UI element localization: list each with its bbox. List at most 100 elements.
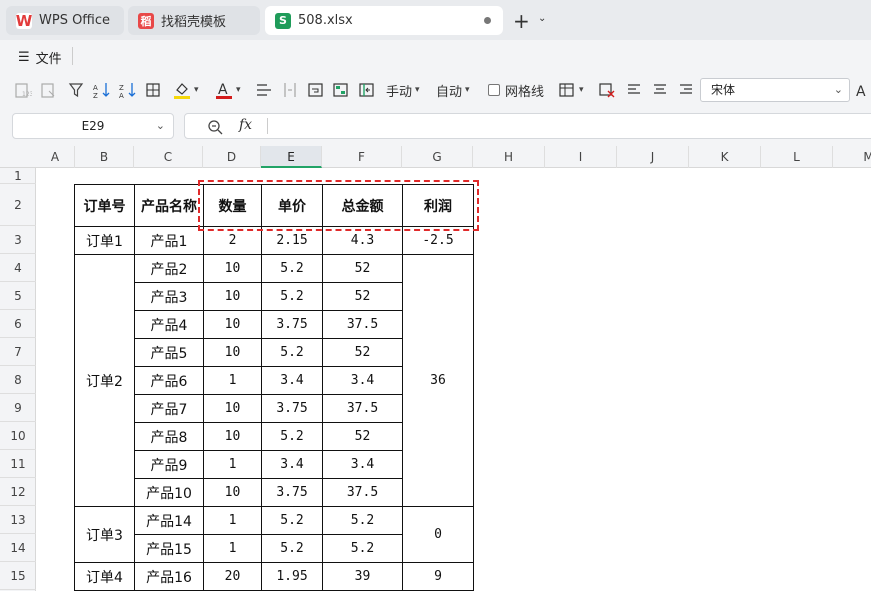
chevron-down-icon[interactable]: ▾ <box>236 85 241 95</box>
quantity-cell[interactable]: 1 <box>203 534 262 563</box>
file-menu-button[interactable]: ☰ 文件 <box>18 48 62 67</box>
profit-cell[interactable]: 9 <box>402 562 474 591</box>
row-header-11[interactable]: 11 <box>0 450 36 478</box>
fill-color-button[interactable]: ▾ <box>173 80 199 100</box>
amount-cell[interactable]: 4.3 <box>322 226 403 255</box>
product-cell[interactable]: 产品8 <box>134 422 204 451</box>
row-header-4[interactable]: 4 <box>0 254 36 282</box>
price-cell[interactable]: 5.2 <box>261 506 323 535</box>
column-header-e[interactable]: E <box>261 146 322 168</box>
row-header-12[interactable]: 12 <box>0 478 36 506</box>
price-cell[interactable]: 3.75 <box>261 478 323 507</box>
amount-cell[interactable]: 37.5 <box>322 394 403 423</box>
amount-cell[interactable]: 52 <box>322 254 403 283</box>
align-left-icon[interactable] <box>626 80 642 100</box>
zoom-icon[interactable] <box>207 119 223 135</box>
quantity-cell[interactable]: 20 <box>203 562 262 591</box>
price-cell[interactable]: 2.15 <box>261 226 323 255</box>
row-header-2[interactable]: 2 <box>0 184 36 226</box>
quantity-cell[interactable]: 1 <box>203 506 262 535</box>
column-header-j[interactable]: J <box>617 146 689 168</box>
increase-font-size-icon[interactable]: A <box>856 80 871 100</box>
column-header-b[interactable]: B <box>75 146 134 168</box>
column-header-d[interactable]: D <box>203 146 261 168</box>
sort-ascending-icon[interactable]: AZ <box>92 80 112 100</box>
row-header-7[interactable]: 7 <box>0 338 36 366</box>
column-width-icon[interactable] <box>281 80 299 100</box>
font-color-button[interactable]: A ▾ <box>215 80 241 100</box>
header-profit[interactable]: 利润 <box>402 184 474 227</box>
order-cell[interactable]: 订单1 <box>74 226 135 255</box>
order-cell[interactable]: 订单4 <box>74 562 135 591</box>
price-cell[interactable]: 5.2 <box>261 338 323 367</box>
column-header-c[interactable]: C <box>134 146 203 168</box>
product-cell[interactable]: 产品3 <box>134 282 204 311</box>
row-header-10[interactable]: 10 <box>0 422 36 450</box>
column-header-f[interactable]: F <box>322 146 402 168</box>
quantity-cell[interactable]: 1 <box>203 450 262 479</box>
price-cell[interactable]: 3.4 <box>261 366 323 395</box>
header-total-amount[interactable]: 总金额 <box>322 184 403 227</box>
product-cell[interactable]: 产品9 <box>134 450 204 479</box>
row-header-1[interactable]: 1 <box>0 168 36 184</box>
clear-format-icon[interactable] <box>598 80 616 100</box>
chevron-down-icon[interactable]: ▾ <box>194 85 199 95</box>
gridlines-toggle[interactable]: 网格线 <box>488 80 544 100</box>
freeze-panes-icon[interactable] <box>358 80 376 100</box>
formula-input[interactable]: fx <box>184 113 871 139</box>
product-cell[interactable]: 产品5 <box>134 338 204 367</box>
product-cell[interactable]: 产品14 <box>134 506 204 535</box>
chevron-down-icon[interactable]: ▾ <box>579 85 584 95</box>
product-cell[interactable]: 产品1 <box>134 226 204 255</box>
column-header-h[interactable]: H <box>473 146 545 168</box>
quantity-cell[interactable]: 10 <box>203 338 262 367</box>
amount-cell[interactable]: 37.5 <box>322 478 403 507</box>
profit-cell[interactable]: 36 <box>402 254 474 507</box>
auto-calc-dropdown[interactable]: 自动 ▾ <box>436 80 470 100</box>
sheet-grid[interactable]: 订单号 产品名称 数量 单价 总金额 利润 订单1 产品1 2 2.15 4.3… <box>36 168 871 591</box>
amount-cell[interactable]: 37.5 <box>322 310 403 339</box>
amount-cell[interactable]: 5.2 <box>322 534 403 563</box>
quantity-cell[interactable]: 10 <box>203 478 262 507</box>
price-cell[interactable]: 1.95 <box>261 562 323 591</box>
amount-cell[interactable]: 52 <box>322 422 403 451</box>
product-cell[interactable]: 产品15 <box>134 534 204 563</box>
new-tab-plus-icon[interactable]: + <box>513 9 530 33</box>
quantity-cell[interactable]: 10 <box>203 394 262 423</box>
quantity-cell[interactable]: 10 <box>203 422 262 451</box>
amount-cell[interactable]: 52 <box>322 282 403 311</box>
amount-cell[interactable]: 3.4 <box>322 450 403 479</box>
row-header-5[interactable]: 5 <box>0 282 36 310</box>
quantity-cell[interactable]: 10 <box>203 254 262 283</box>
row-header-8[interactable]: 8 <box>0 366 36 394</box>
price-cell[interactable]: 5.2 <box>261 254 323 283</box>
tab-wps-office[interactable]: W WPS Office <box>6 6 124 35</box>
row-header-15[interactable]: 15 <box>0 562 36 590</box>
font-name-select[interactable]: 宋体 ⌄ <box>700 78 850 102</box>
quantity-cell[interactable]: 10 <box>203 310 262 339</box>
column-header-a[interactable]: A <box>36 146 75 168</box>
tab-daoke-templates[interactable]: 稻 找稻壳模板 <box>128 6 260 35</box>
product-cell[interactable]: 产品10 <box>134 478 204 507</box>
quantity-cell[interactable]: 1 <box>203 366 262 395</box>
row-header-6[interactable]: 6 <box>0 310 36 338</box>
price-cell[interactable]: 5.2 <box>261 534 323 563</box>
wrap-text-icon[interactable] <box>307 80 325 100</box>
column-header-l[interactable]: L <box>761 146 833 168</box>
price-cell[interactable]: 3.75 <box>261 394 323 423</box>
amount-cell[interactable]: 39 <box>322 562 403 591</box>
profit-cell[interactable]: 0 <box>402 506 474 563</box>
header-quantity[interactable]: 数量 <box>203 184 262 227</box>
profit-cell[interactable]: -2.5 <box>402 226 474 255</box>
column-header-g[interactable]: G <box>402 146 473 168</box>
amount-cell[interactable]: 52 <box>322 338 403 367</box>
filter-icon[interactable] <box>68 80 84 100</box>
order-cell[interactable]: 订单3 <box>74 506 135 563</box>
price-cell[interactable]: 3.75 <box>261 310 323 339</box>
fx-icon[interactable]: fx <box>239 117 252 133</box>
product-cell[interactable]: 产品7 <box>134 394 204 423</box>
unsaved-dot-icon[interactable] <box>484 17 491 24</box>
chevron-down-icon[interactable]: ⌄ <box>156 114 165 138</box>
column-header-i[interactable]: I <box>545 146 617 168</box>
name-box[interactable]: E29 ⌄ <box>12 113 174 139</box>
